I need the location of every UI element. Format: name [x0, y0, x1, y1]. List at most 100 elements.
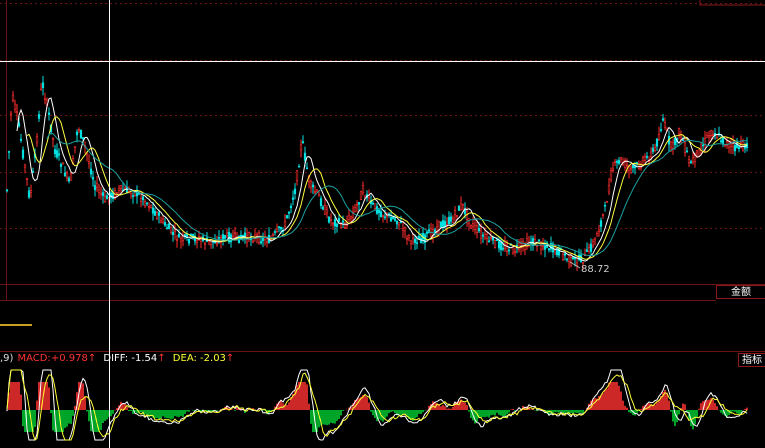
- candle-body: [21, 149, 25, 159]
- macd-bar: [656, 402, 658, 410]
- candle-body: [37, 114, 41, 119]
- macd-bar: [166, 410, 168, 419]
- diff-value: -1.54: [131, 353, 158, 364]
- candle-body: [159, 220, 163, 224]
- candle-body: [609, 170, 613, 181]
- candle-body: [605, 201, 609, 203]
- candle-body: [147, 206, 151, 208]
- candle-body: [587, 246, 591, 252]
- candle-body: [101, 192, 105, 196]
- macd-bar: [140, 410, 142, 413]
- candle-body: [117, 187, 121, 191]
- candle-body: [651, 147, 655, 152]
- candle-body: [89, 168, 93, 175]
- candle-body: [733, 145, 737, 152]
- macd-bar: [732, 410, 734, 412]
- candle-body: [41, 82, 45, 88]
- macd-bar: [614, 382, 616, 410]
- candle-body: [275, 228, 279, 232]
- macd-bar: [466, 405, 468, 410]
- candle-body: [319, 198, 323, 206]
- candle-body: [673, 137, 677, 146]
- macd-bar: [464, 402, 466, 410]
- candle-body: [515, 244, 519, 247]
- macd-bar: [484, 410, 486, 418]
- macd-bar: [446, 408, 448, 410]
- macd-bar: [330, 410, 332, 423]
- macd-bar: [384, 410, 386, 419]
- macd-bar: [232, 409, 234, 411]
- amount-tab[interactable]: 金额: [716, 285, 765, 299]
- candle-body: [359, 191, 363, 201]
- macd-bar: [300, 382, 302, 410]
- candle-body: [287, 212, 291, 214]
- macd-bar: [12, 382, 14, 410]
- candle-body: [697, 149, 701, 157]
- macd-bar: [308, 403, 310, 410]
- diff-arrow: ↑: [157, 353, 166, 364]
- macd-bar: [304, 382, 306, 410]
- candle-body: [501, 247, 505, 250]
- candle-body: [149, 204, 153, 208]
- candle-body: [177, 233, 181, 238]
- candle-body: [455, 215, 459, 217]
- macd-bar: [302, 382, 304, 410]
- candle-body: [75, 131, 79, 136]
- macd-bar: [500, 410, 502, 416]
- candle-body: [591, 241, 595, 247]
- candle-body: [657, 134, 661, 140]
- candle-body: [625, 164, 629, 167]
- macd-bar: [712, 399, 714, 410]
- candle-body: [87, 161, 91, 164]
- candle-body: [615, 161, 619, 163]
- macd-bar: [236, 407, 238, 410]
- indicator-tab-label: 指标: [742, 355, 762, 366]
- macd-bar: [734, 410, 736, 412]
- candle-body: [685, 150, 689, 153]
- candle-body: [357, 202, 361, 205]
- candle-body: [401, 227, 405, 231]
- candle-body: [653, 147, 657, 151]
- macd-signal-line: [6, 369, 748, 441]
- macd-bar: [170, 410, 172, 420]
- macd-bar: [698, 408, 700, 410]
- macd-bar: [372, 410, 374, 416]
- candle-body: [629, 167, 633, 170]
- candle-body: [139, 198, 143, 202]
- candle-body: [393, 218, 397, 221]
- candle-body: [597, 229, 601, 232]
- candle-body: [337, 217, 341, 222]
- stock-chart-canvas[interactable]: 88.72: [0, 0, 765, 448]
- macd-bar: [48, 387, 50, 410]
- diff-label: DIFF:: [103, 353, 129, 364]
- macd-bar: [502, 410, 504, 417]
- macd-bar: [640, 408, 642, 410]
- candle-body: [663, 122, 667, 128]
- candle-body: [271, 234, 275, 236]
- macd-bar: [720, 410, 722, 413]
- candle-body: [475, 225, 479, 233]
- candle-body: [15, 111, 19, 113]
- moving-average-line: [26, 116, 748, 260]
- candle-body: [411, 234, 415, 239]
- macd-histogram: [6, 382, 748, 432]
- candle-body: [441, 220, 445, 227]
- candle-body: [171, 232, 175, 236]
- candle-body: [105, 195, 109, 200]
- candle-body: [439, 221, 443, 228]
- macd-bar: [420, 410, 422, 414]
- indicator-tab[interactable]: 指标: [738, 353, 765, 367]
- candle-body: [317, 194, 321, 197]
- candle-body: [729, 143, 733, 147]
- macd-bar: [422, 410, 424, 413]
- candle-body: [353, 207, 357, 212]
- low-price-label: 88.72: [581, 264, 610, 275]
- macd-bar: [162, 410, 164, 417]
- macd-bar: [738, 410, 740, 415]
- macd-bar: [566, 410, 568, 413]
- candle-body: [47, 112, 51, 115]
- macd-bar: [180, 410, 182, 416]
- macd-bar: [14, 382, 16, 410]
- macd-bar: [46, 382, 48, 410]
- candle-body: [537, 239, 541, 242]
